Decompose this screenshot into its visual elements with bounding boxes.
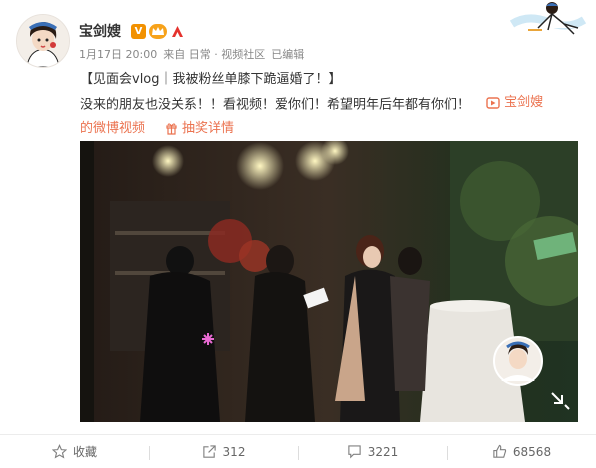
post-content: 【见面会vlog｜我被粉丝单膝下跪逼婚了！】 没来的朋友也没关系！！看视频！爱你… bbox=[80, 68, 580, 140]
decorative-illustration bbox=[508, 0, 588, 40]
flame-icon[interactable] bbox=[170, 24, 185, 39]
vip-icon[interactable] bbox=[149, 23, 167, 39]
author-avatar[interactable] bbox=[16, 14, 70, 68]
video-link[interactable]: 宝剑嫂 bbox=[486, 91, 543, 114]
comment-icon bbox=[348, 445, 361, 459]
post-source[interactable]: 来自 日常 · 视频社区 bbox=[163, 46, 265, 62]
action-bar: 收藏 312 3221 68568 bbox=[0, 434, 596, 468]
post-meta: 1月17日 20:00 来自 日常 · 视频社区 已编辑 bbox=[79, 46, 304, 62]
verified-icon[interactable]: V bbox=[131, 23, 146, 39]
like-button[interactable]: 68568 bbox=[447, 444, 596, 460]
comment-count: 3221 bbox=[367, 444, 399, 459]
post-title-line: 【见面会vlog｜我被粉丝单膝下跪逼婚了！】 bbox=[80, 72, 342, 87]
repost-icon bbox=[202, 445, 216, 458]
video-link-author[interactable]: 宝剑嫂 bbox=[504, 91, 543, 114]
lottery-link[interactable]: 抽奖详情 bbox=[165, 117, 234, 140]
repost-count: 312 bbox=[222, 444, 246, 459]
post-links-line: 的微博视频 抽奖详情 bbox=[80, 117, 580, 140]
like-icon bbox=[493, 444, 507, 458]
video-link-icon bbox=[486, 96, 500, 109]
video-link-suffix[interactable]: 的微博视频 bbox=[80, 117, 145, 140]
video-player[interactable] bbox=[80, 141, 578, 422]
comment-button[interactable]: 3221 bbox=[298, 444, 447, 460]
repost-button[interactable]: 312 bbox=[149, 444, 298, 460]
gift-icon bbox=[166, 122, 177, 135]
favorite-button[interactable]: 收藏 bbox=[0, 443, 149, 460]
like-count: 68568 bbox=[512, 444, 552, 459]
star-icon bbox=[51, 444, 67, 459]
post-edited[interactable]: 已编辑 bbox=[271, 46, 304, 62]
author-name[interactable]: 宝剑嫂 bbox=[79, 21, 121, 41]
post-body-line: 没来的朋友也没关系！！看视频！爱你们！希望明年后年都有你们！ 宝剑嫂 bbox=[80, 91, 580, 117]
post-date[interactable]: 1月17日 20:00 bbox=[79, 46, 157, 62]
post-body-text: 没来的朋友也没关系！！看视频！爱你们！希望明年后年都有你们！ bbox=[80, 97, 471, 113]
lottery-link-label[interactable]: 抽奖详情 bbox=[182, 117, 234, 140]
favorite-label: 收藏 bbox=[72, 445, 97, 459]
author-name-row: 宝剑嫂 V bbox=[79, 21, 185, 41]
